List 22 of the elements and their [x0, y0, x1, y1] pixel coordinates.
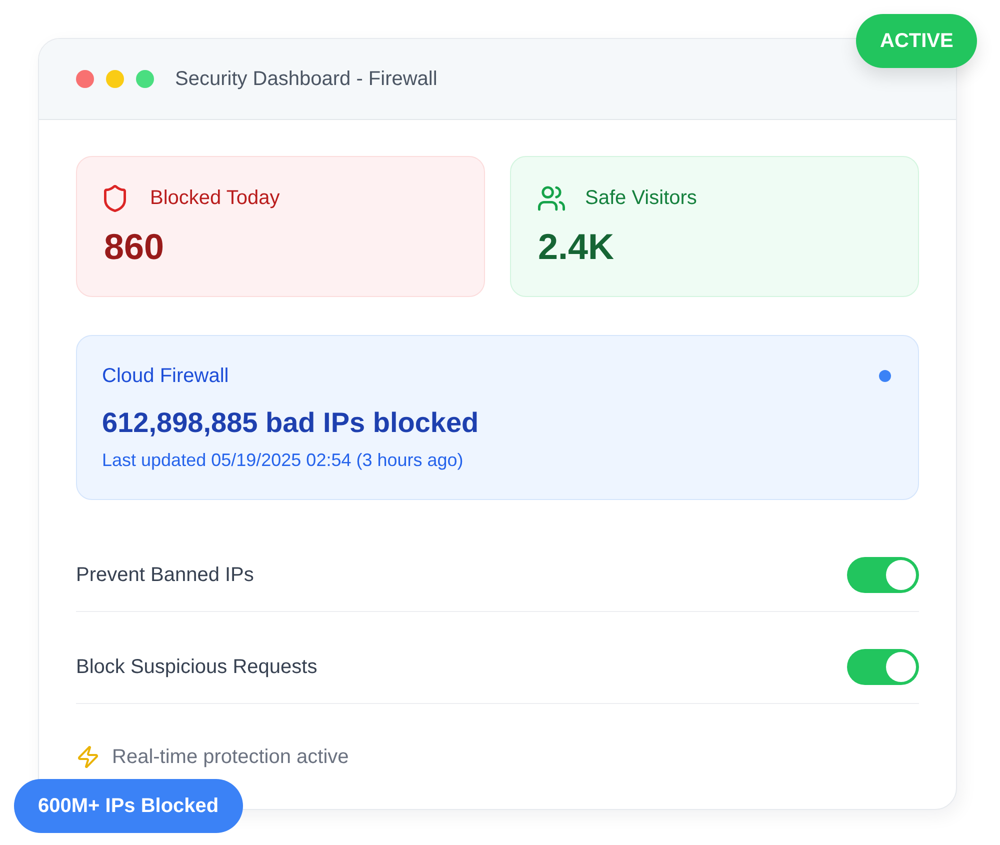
stat-label: Safe Visitors: [585, 186, 697, 210]
blocked-ips-headline: 612,898,885 bad IPs blocked: [102, 406, 480, 440]
status-dot-icon: [879, 370, 891, 382]
users-icon: [538, 186, 565, 210]
maximize-button[interactable]: [136, 70, 154, 88]
setting-label: Block Suspicious Requests: [76, 656, 318, 678]
protection-status-text: Real-time protection active: [112, 746, 349, 768]
lightning-icon: [78, 746, 98, 768]
close-button[interactable]: [76, 70, 94, 88]
shield-icon: [104, 184, 126, 212]
setting-label: Prevent Banned IPs: [76, 564, 254, 586]
stat-value: 2.4K: [538, 226, 616, 268]
last-updated-text: Last updated 05/19/2025 02:54 (3 hours ago): [102, 449, 464, 471]
toggle-switch[interactable]: [847, 557, 919, 593]
status-badge: ACTIVE: [856, 14, 978, 68]
stat-value: 860: [104, 226, 166, 268]
stat-label: Blocked Today: [150, 186, 280, 210]
cloud-firewall-title: Cloud Firewall: [102, 364, 229, 388]
toggle-switch[interactable]: [847, 649, 919, 685]
window-title: Security Dashboard - Firewall: [175, 68, 438, 90]
count-badge: 600M+ IPs Blocked: [14, 779, 243, 833]
minimize-button[interactable]: [106, 70, 124, 88]
